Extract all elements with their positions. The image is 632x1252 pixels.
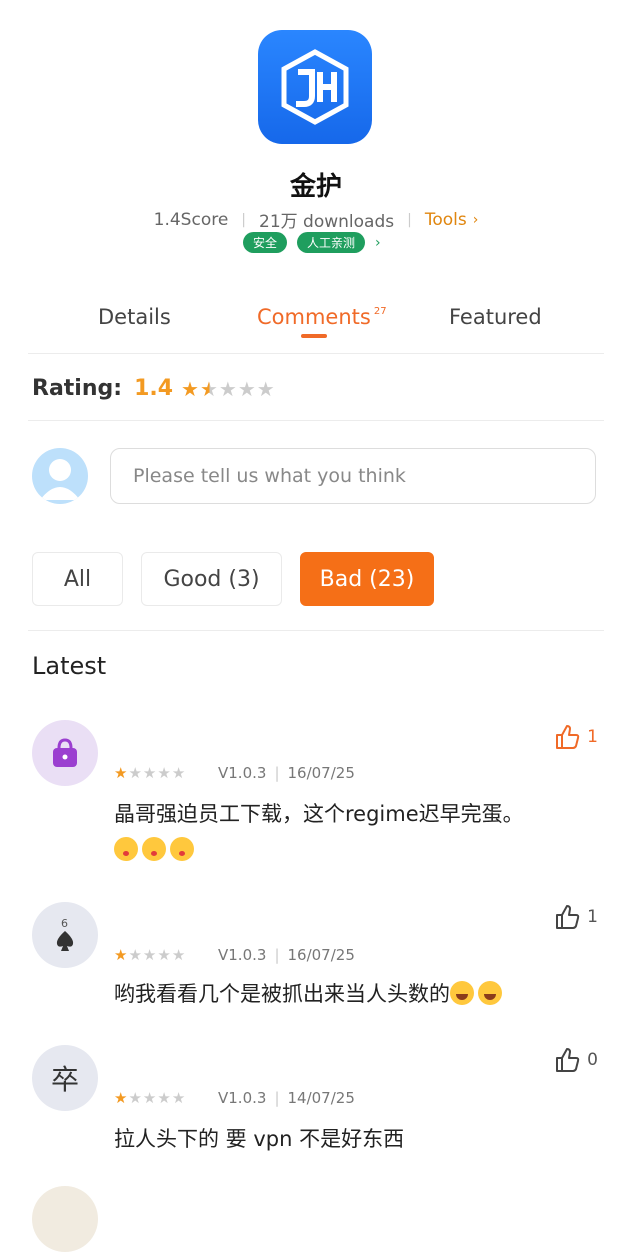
comment-date: 16/07/25: [287, 764, 355, 782]
chevron-right-icon[interactable]: ›: [375, 235, 381, 251]
like-count: 1: [587, 907, 598, 927]
star-empty-icon: ★: [157, 764, 172, 782]
comment-version: V1.0.3: [218, 946, 267, 964]
star-empty-icon: ★: [171, 946, 187, 964]
comment-stars: ★★★★★: [114, 1089, 186, 1107]
star-empty-icon: ★: [128, 1089, 143, 1107]
comment-text: 哟我看看几个是被抓出来当人头数的: [114, 976, 604, 1012]
comment-stars: ★★★★★: [114, 946, 186, 964]
star-empty-icon: ★: [218, 376, 238, 401]
rating-divider: [28, 420, 604, 421]
filter-good-button[interactable]: Good (3): [141, 552, 282, 606]
star-empty-icon: ★: [157, 946, 172, 964]
comment-text: 拉人头下的 要 vpn 不是好东西: [114, 1127, 405, 1151]
star-half-icon: ★: [199, 376, 219, 401]
rating-stars: ★★★★★: [181, 377, 276, 401]
star-empty-icon: ★: [142, 946, 158, 964]
like-button[interactable]: 1: [554, 904, 598, 930]
like-button[interactable]: 1: [554, 724, 598, 750]
playing-card-spade-icon: 6: [56, 917, 74, 951]
kiss-emoji-icon: [114, 837, 138, 861]
default-user-icon: [40, 459, 80, 500]
avatar-character: 卒: [50, 1063, 79, 1096]
app-icon: [258, 30, 372, 144]
active-tab-indicator: [301, 334, 327, 338]
comment-meta: V1.0.3 | 16/07/25: [218, 764, 355, 782]
comment-text: 晶哥强迫员工下载，这个regime迟早完蛋。: [114, 796, 604, 868]
comment-meta: V1.0.3 | 14/07/25: [218, 1089, 355, 1107]
comment-body: 晶哥强迫员工下载，这个regime迟早完蛋。: [114, 802, 524, 826]
laughing-emoji-icon: [450, 981, 474, 1005]
star-filled-icon: ★: [114, 764, 129, 782]
handbag-icon: [53, 738, 77, 767]
thumbs-up-icon: [556, 1048, 580, 1072]
commenter-avatar[interactable]: 卒: [32, 1045, 98, 1111]
user-avatar: [32, 448, 88, 504]
commenter-avatar[interactable]: [32, 720, 98, 786]
chevron-right-icon[interactable]: ›: [473, 212, 479, 228]
tag-tested: 人工亲测: [297, 232, 366, 253]
tabs-divider: [28, 353, 604, 354]
star-filled-icon: ★: [181, 376, 200, 401]
comment-stars: ★★★★★: [114, 764, 186, 782]
commenter-avatar[interactable]: 6: [32, 902, 98, 968]
thumbs-up-icon: [556, 725, 580, 749]
comment-body: 哟我看看几个是被抓出来当人头数的: [114, 982, 450, 1006]
star-empty-icon: ★: [171, 764, 187, 782]
meta-separator: |: [241, 211, 247, 228]
comment-version: V1.0.3: [218, 1089, 267, 1107]
comments-count-badge: 27: [373, 306, 387, 317]
kiss-emoji-icon: [170, 837, 194, 861]
star-filled-icon: ★: [114, 1089, 129, 1107]
kiss-emoji-icon: [142, 837, 166, 861]
app-score: 1.4Score: [153, 209, 229, 230]
tab-comments[interactable]: Comments 27: [257, 305, 387, 329]
tab-featured[interactable]: Featured: [449, 305, 542, 329]
jh-logo-icon: [281, 49, 349, 125]
app-downloads: 21万 downloads: [259, 212, 395, 232]
app-meta-row: 1.4Score | 21万 downloads | Tools ›: [0, 207, 632, 233]
comment-version: V1.0.3: [218, 764, 267, 782]
app-category-link[interactable]: Tools: [425, 210, 467, 230]
rating-label: Rating:: [32, 376, 123, 401]
star-empty-icon: ★: [237, 376, 257, 401]
star-filled-icon: ★: [114, 946, 129, 964]
star-empty-icon: ★: [128, 946, 143, 964]
meta-separator: |: [407, 211, 412, 228]
filters-divider: [28, 630, 604, 631]
filter-all-button[interactable]: All: [32, 552, 123, 606]
star-empty-icon: ★: [142, 764, 158, 782]
comment-meta: V1.0.3 | 16/07/25: [218, 946, 355, 964]
rating-row: Rating: 1.4 ★★★★★: [32, 376, 276, 401]
like-count: 0: [587, 1050, 598, 1070]
app-name: 金护: [289, 172, 342, 202]
thumbs-up-icon: [556, 905, 580, 929]
tab-details[interactable]: Details: [98, 305, 171, 329]
commenter-avatar[interactable]: [32, 1186, 98, 1252]
comment-input[interactable]: [110, 448, 596, 504]
tag-row[interactable]: 安全 人工亲测 ›: [243, 232, 381, 253]
svg-text:6: 6: [61, 917, 68, 930]
comment-item: 卒 ★★★★★ V1.0.3 | 14/07/25 拉人头下的 要 vpn 不是好东…: [32, 1045, 602, 1155]
rating-value: 1.4: [134, 376, 174, 401]
star-empty-icon: ★: [157, 1089, 172, 1107]
like-button[interactable]: 0: [554, 1047, 598, 1073]
latest-section-title: Latest: [32, 652, 107, 680]
tab-comments-label: Comments: [257, 305, 371, 329]
tag-safe: 安全: [243, 232, 288, 253]
like-count: 1: [587, 727, 598, 747]
star-empty-icon: ★: [171, 1089, 187, 1107]
star-empty-icon: ★: [128, 764, 143, 782]
comment-date: 14/07/25: [287, 1089, 355, 1107]
comment-date: 16/07/25: [287, 946, 355, 964]
filter-bad-button[interactable]: Bad (23): [300, 552, 434, 606]
star-empty-icon: ★: [256, 376, 276, 401]
comment-item: ★★★★★ V1.0.3 | 16/07/25 晶哥强迫员工下载，这个regime迟…: [32, 720, 602, 870]
comment-item: 6 ★★★★★ V1.0.3 | 16/07/25 哟我看看几个是被抓出来当人头数的…: [32, 902, 602, 1012]
laughing-emoji-icon: [478, 981, 502, 1005]
star-empty-icon: ★: [142, 1089, 158, 1107]
